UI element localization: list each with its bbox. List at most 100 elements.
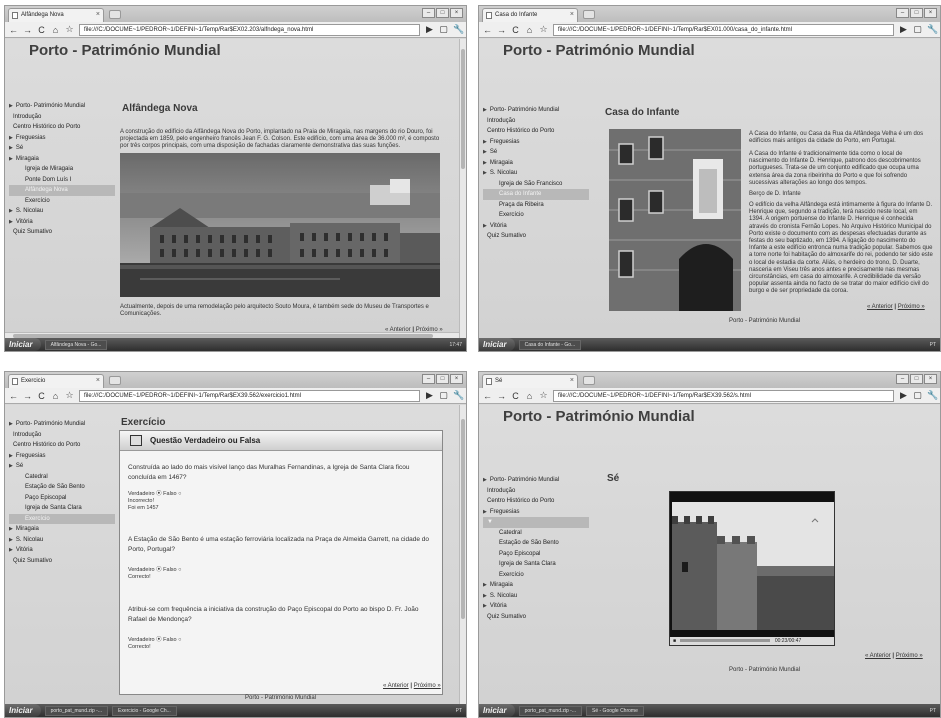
taskbar-item[interactable]: porto_pat_mund.zip -... [44,705,108,716]
reload-icon[interactable]: C [511,25,520,35]
menu-item[interactable]: S. Nicolau [483,591,589,602]
wrench-icon[interactable]: 🔧 [927,390,938,401]
close-tab-icon[interactable]: × [96,377,100,384]
address-bar[interactable]: file:///C:/DOCUME~1/PEDROR~1/DEFINI~1/Te… [553,389,894,402]
close-tab-icon[interactable]: × [570,377,574,384]
menu-item[interactable]: Exercício [9,196,115,207]
star-icon[interactable]: ☆ [65,390,74,401]
star-icon[interactable]: ☆ [65,24,74,35]
minimize-icon[interactable]: – [422,374,435,384]
play-pause-icon[interactable]: ■ [673,638,676,644]
back-icon[interactable]: ← [9,391,18,401]
menu-item[interactable]: S. Nicolau [9,535,115,546]
menu-item-expanded[interactable]: ▼ [483,517,589,528]
menu-item[interactable]: Freguesias [9,451,115,462]
menu-item-selected[interactable]: Alfândega Nova [9,185,115,196]
menu-item[interactable]: Catedral [9,472,115,483]
menu-item[interactable]: Sé [483,147,589,158]
close-window-icon[interactable]: × [450,374,463,384]
next-link[interactable]: Próximo » [896,653,923,659]
taskbar-item[interactable]: Sé - Google Chrome [586,705,644,716]
wrench-icon[interactable]: 🔧 [927,24,938,35]
close-window-icon[interactable]: × [450,8,463,18]
browser-tab[interactable]: Sé × [482,374,578,388]
taskbar-item[interactable]: Casa do Infante - Go... [518,339,582,350]
start-button[interactable]: Iniciar [479,338,515,351]
new-tab-button[interactable] [109,376,121,385]
menu-item[interactable]: Sé [9,461,115,472]
taskbar-item[interactable]: porto_pat_mund.zip -... [518,705,582,716]
menu-item[interactable]: Vitória [483,221,589,232]
page-menu-icon[interactable]: ▢ [913,24,922,35]
reload-icon[interactable]: C [37,25,46,35]
menu-item[interactable]: Estação de São Bento [9,482,115,493]
true-false-radio[interactable]: Verdadeiro ⦿ Falso ○ [128,567,181,574]
menu-item[interactable]: Igreja de Santa Clara [483,559,589,570]
close-window-icon[interactable]: × [924,374,937,384]
menu-item[interactable]: Centro Histórico do Porto [483,126,589,137]
menu-item[interactable]: Paço Episcopal [9,493,115,504]
play-icon[interactable]: ▶ [899,390,908,401]
menu-item-selected[interactable]: Casa do Infante [483,189,589,200]
menu-item[interactable]: Introdução [483,116,589,127]
taskbar-item[interactable]: Exercicio - Google Ch... [112,705,177,716]
close-tab-icon[interactable]: × [96,11,100,18]
menu-item[interactable]: Introdução [483,486,589,497]
back-icon[interactable]: ← [9,25,18,35]
back-icon[interactable]: ← [483,391,492,401]
menu-item[interactable]: Quiz Sumativo [9,556,115,567]
back-icon[interactable]: ← [483,25,492,35]
true-false-radio[interactable]: Verdadeiro ⦿ Falso ○ [128,637,181,644]
menu-item[interactable]: Estação de São Bento [483,538,589,549]
menu-item[interactable]: Miragaia [9,154,115,165]
home-icon[interactable]: ⌂ [525,25,534,35]
menu-item[interactable]: Miragaia [9,524,115,535]
menu-item[interactable]: Ponte Dom Luís I [9,175,115,186]
browser-tab[interactable]: Casa do Infante × [482,8,578,22]
menu-item[interactable]: Porto- Património Mundial [483,105,589,116]
browser-tab[interactable]: Exercicio × [8,374,104,388]
taskbar-item[interactable]: Alfândega Nova - Go... [44,339,108,350]
menu-item[interactable]: Centro Histórico do Porto [483,496,589,507]
star-icon[interactable]: ☆ [539,390,548,401]
maximize-icon[interactable]: □ [436,8,449,18]
menu-item[interactable]: Centro Histórico do Porto [9,122,115,133]
page-menu-icon[interactable]: ▢ [913,390,922,401]
menu-item-selected[interactable]: Exercício [9,513,115,524]
menu-item[interactable]: Vitória [483,601,589,612]
menu-item[interactable]: Quiz Sumativo [483,612,589,623]
home-icon[interactable]: ⌂ [51,391,60,401]
menu-item[interactable]: Quiz Sumativo [9,227,115,238]
next-link[interactable]: Próximo » [414,683,441,689]
menu-item[interactable]: Quiz Sumativo [483,231,589,242]
menu-item[interactable]: Porto- Património Mundial [9,101,115,112]
video-controls[interactable]: ■ 00:23/00:47 [670,637,834,645]
true-false-radio[interactable]: Verdadeiro ⦿ Falso ○ [128,491,181,498]
video-player[interactable]: ■ 00:23/00:47 [669,491,835,646]
minimize-icon[interactable]: – [896,374,909,384]
menu-item[interactable]: Vitória [9,217,115,228]
play-icon[interactable]: ▶ [425,24,434,35]
play-icon[interactable]: ▶ [425,390,434,401]
minimize-icon[interactable]: – [422,8,435,18]
video-progress-bar[interactable] [680,639,771,643]
new-tab-button[interactable] [583,376,595,385]
next-link[interactable]: Próximo » [898,304,925,310]
wrench-icon[interactable]: 🔧 [453,390,464,401]
menu-item[interactable]: Igreja de Miragaia [9,164,115,175]
menu-item[interactable]: Paço Episcopal [483,549,589,560]
maximize-icon[interactable]: □ [436,374,449,384]
menu-item[interactable]: Introdução [9,430,115,441]
new-tab-button[interactable] [583,10,595,19]
previous-link[interactable]: « Anterior [383,683,409,689]
previous-link[interactable]: « Anterior [867,304,893,310]
menu-item[interactable]: Miragaia [483,158,589,169]
browser-tab[interactable]: Alfândega Nova × [8,8,104,22]
previous-link[interactable]: « Anterior [865,653,891,659]
menu-item[interactable]: Igreja de Santa Clara [9,503,115,514]
new-tab-button[interactable] [109,10,121,19]
close-window-icon[interactable]: × [924,8,937,18]
address-bar[interactable]: file:///C:/DOCUME~1/PEDROR~1/DEFINI~1/Te… [79,23,420,36]
start-button[interactable]: Iniciar [5,704,41,717]
menu-item[interactable]: Introdução [9,112,115,123]
